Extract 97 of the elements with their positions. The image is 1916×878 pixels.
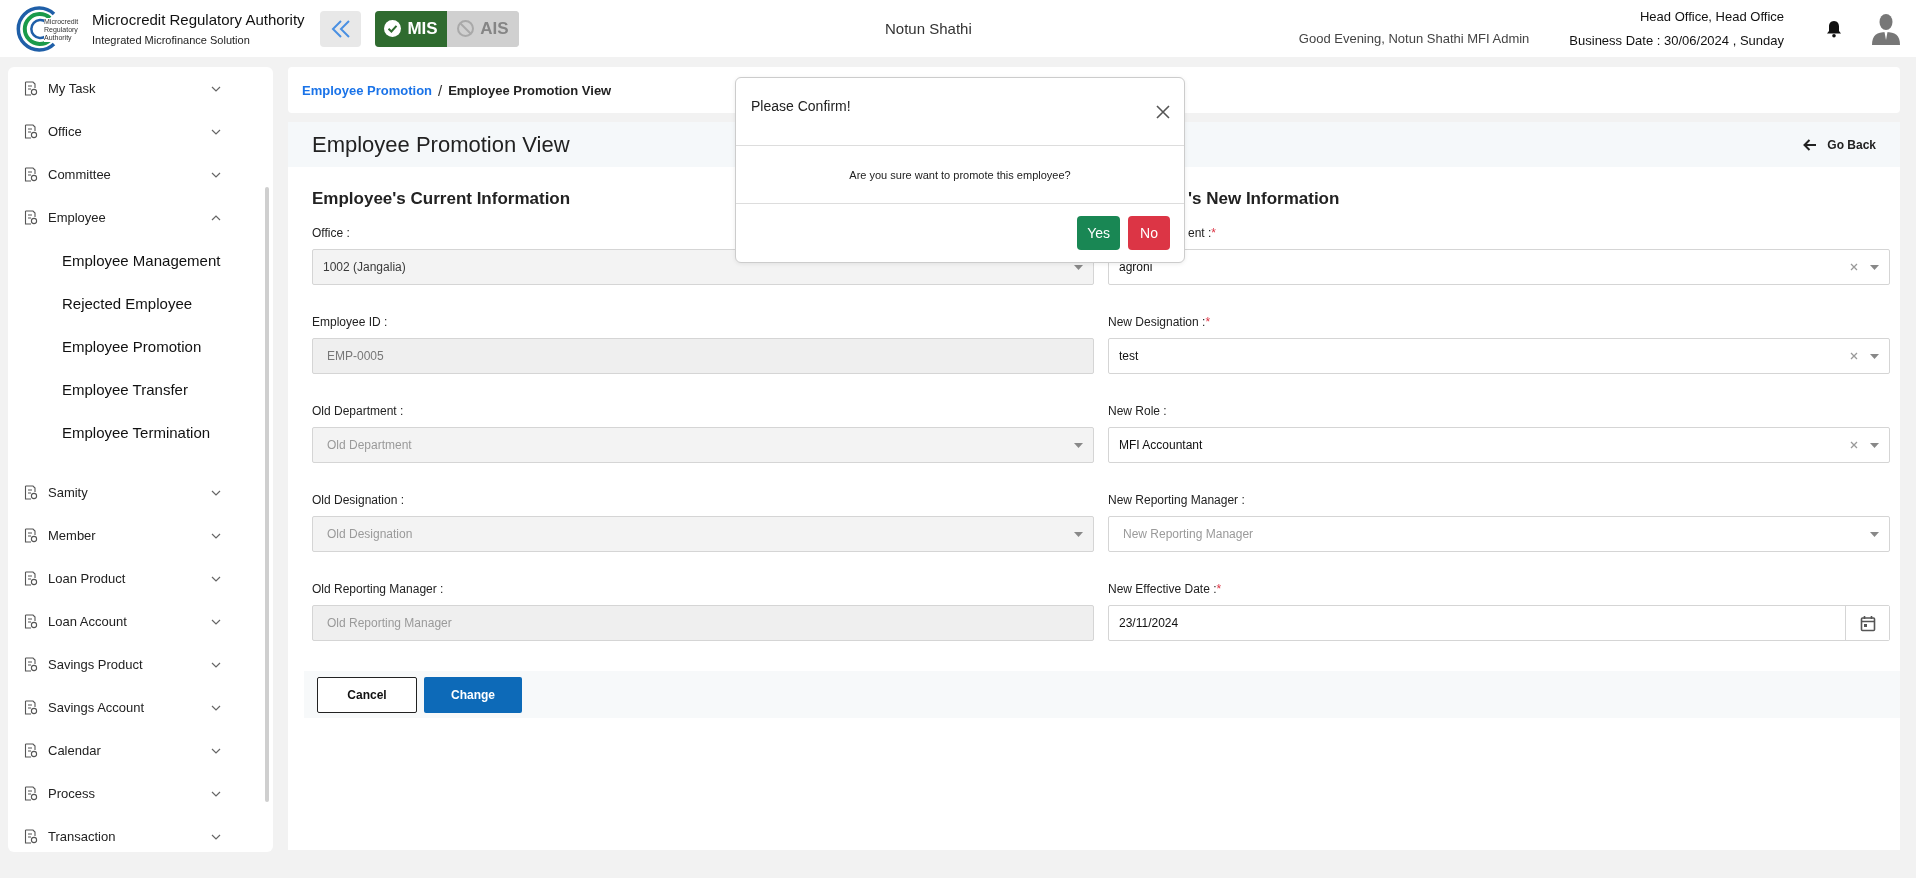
dialog-message: Are you sure want to promote this employee? <box>736 146 1184 204</box>
chevron-down-icon <box>211 489 221 496</box>
collapse-sidebar-button[interactable] <box>320 10 361 47</box>
section-heading: Employee's Current Information <box>312 189 572 210</box>
clear-icon[interactable] <box>1850 441 1858 449</box>
caret-down-icon <box>1074 442 1083 448</box>
select-field[interactable]: agroni <box>1108 249 1890 285</box>
business-date: Business Date : 30/06/2024 , Sunday <box>1569 33 1784 48</box>
blocked-icon <box>457 20 475 37</box>
document-icon <box>24 786 38 801</box>
document-icon <box>24 167 38 182</box>
chevron-down-icon <box>211 661 221 668</box>
document-icon <box>24 657 38 672</box>
sidebar-item[interactable]: Samity <box>8 471 273 514</box>
document-icon <box>24 614 38 629</box>
field-label: Old Designation : <box>312 493 405 509</box>
chevron-down-icon <box>211 790 221 797</box>
field-label: ent :* <box>1188 226 1217 242</box>
field-label: Office : <box>312 226 350 242</box>
sidebar-subitem[interactable]: Employee Promotion <box>8 325 248 368</box>
clear-icon[interactable] <box>1850 352 1858 360</box>
document-icon <box>24 485 38 500</box>
sidebar-item[interactable]: Member <box>8 514 273 557</box>
caret-down-icon <box>1870 353 1879 359</box>
notification-bell-icon[interactable] <box>1826 19 1842 38</box>
calendar-button[interactable] <box>1845 606 1889 640</box>
document-icon <box>24 829 38 844</box>
field-label: New Designation :* <box>1108 315 1211 331</box>
calendar-icon <box>1859 614 1876 632</box>
document-icon <box>24 81 38 96</box>
chevron-down-icon <box>211 833 221 840</box>
sidebar-item[interactable]: Employee <box>8 196 273 239</box>
sidebar-item[interactable]: Office <box>8 110 273 153</box>
chevron-down-icon <box>211 128 221 135</box>
field-label: New Reporting Manager : <box>1108 493 1245 509</box>
go-back-button[interactable]: Go Back <box>1803 137 1876 152</box>
caret-down-icon <box>1870 531 1879 537</box>
app-title: Microcredit Regulatory Authority <box>92 11 305 28</box>
breadcrumb-separator: / <box>438 81 443 99</box>
sidebar-item[interactable]: Transaction <box>8 815 273 858</box>
no-button[interactable]: No <box>1128 216 1170 250</box>
caret-down-icon <box>1074 531 1083 537</box>
chevron-down-icon <box>211 618 221 625</box>
organization-name: Notun Shathi <box>885 20 972 37</box>
date-field[interactable]: 23/11/2024 <box>1108 605 1890 641</box>
page-title: Employee Promotion View <box>312 131 570 158</box>
document-icon <box>24 528 38 543</box>
sidebar-subitem[interactable]: Employee Management <box>8 239 248 282</box>
breadcrumb-link[interactable]: Employee Promotion <box>302 82 433 98</box>
sidebar-item[interactable]: Calendar <box>8 729 273 772</box>
chevron-down-icon <box>211 171 221 178</box>
document-icon <box>24 571 38 586</box>
sidebar-item[interactable]: My Task <box>8 67 273 110</box>
document-icon <box>24 210 38 225</box>
document-icon <box>24 700 38 715</box>
app-subtitle: Integrated Microfinance Solution <box>92 34 251 46</box>
caret-down-icon <box>1870 264 1879 270</box>
field-label: New Effective Date :* <box>1108 582 1222 598</box>
chevron-down-icon <box>211 747 221 754</box>
field-label: Employee ID : <box>312 315 388 331</box>
user-avatar-icon[interactable] <box>1872 12 1900 45</box>
scrollbar-thumb[interactable] <box>265 187 269 802</box>
sidebar-item[interactable]: Savings Account <box>8 686 273 729</box>
sidebar-item[interactable]: Committee <box>8 153 273 196</box>
chevron-up-icon <box>211 214 221 221</box>
field-label: Old Department : <box>312 404 404 420</box>
sidebar-item[interactable]: Loan Product <box>8 557 273 600</box>
greeting-text: Good Evening, Notun Shathi MFI Admin <box>1298 31 1530 46</box>
chevron-down-icon <box>211 532 221 539</box>
cancel-button[interactable]: Cancel <box>317 676 417 713</box>
sidebar-subitem[interactable]: Employee Termination <box>8 411 248 454</box>
caret-down-icon <box>1870 442 1879 448</box>
sidebar-item[interactable]: Loan Account <box>8 600 273 643</box>
check-circle-icon <box>384 20 402 37</box>
chevron-down-icon <box>211 575 221 582</box>
breadcrumb-current: Employee Promotion View <box>448 82 612 98</box>
field-label: New Role : <box>1108 404 1167 420</box>
document-icon <box>24 743 38 758</box>
mode-toggle[interactable]: MIS <box>375 10 447 47</box>
sidebar-subitem[interactable]: Rejected Employee <box>8 282 248 325</box>
document-icon <box>24 124 38 139</box>
sidebar-item[interactable]: Savings Product <box>8 643 273 686</box>
sidebar-item[interactable]: Process <box>8 772 273 815</box>
dialog-title: Please Confirm! <box>751 98 851 116</box>
clear-icon[interactable] <box>1850 263 1858 271</box>
double-chevron-left-icon <box>329 18 352 39</box>
sidebar-subitem[interactable]: Employee Transfer <box>8 368 248 411</box>
chevron-down-icon <box>211 704 221 711</box>
section-heading: 's New Information <box>1187 189 1341 210</box>
change-button[interactable]: Change <box>424 676 522 713</box>
yes-button[interactable]: Yes <box>1077 216 1120 250</box>
arrow-left-icon <box>1803 138 1818 151</box>
select-field[interactable]: MFI Accountant <box>1108 427 1890 463</box>
office-text: Head Office, Head Office <box>1639 9 1784 24</box>
field-label: Old Reporting Manager : <box>312 582 444 598</box>
select-field[interactable]: test <box>1108 338 1890 374</box>
chevron-down-icon <box>211 85 221 92</box>
